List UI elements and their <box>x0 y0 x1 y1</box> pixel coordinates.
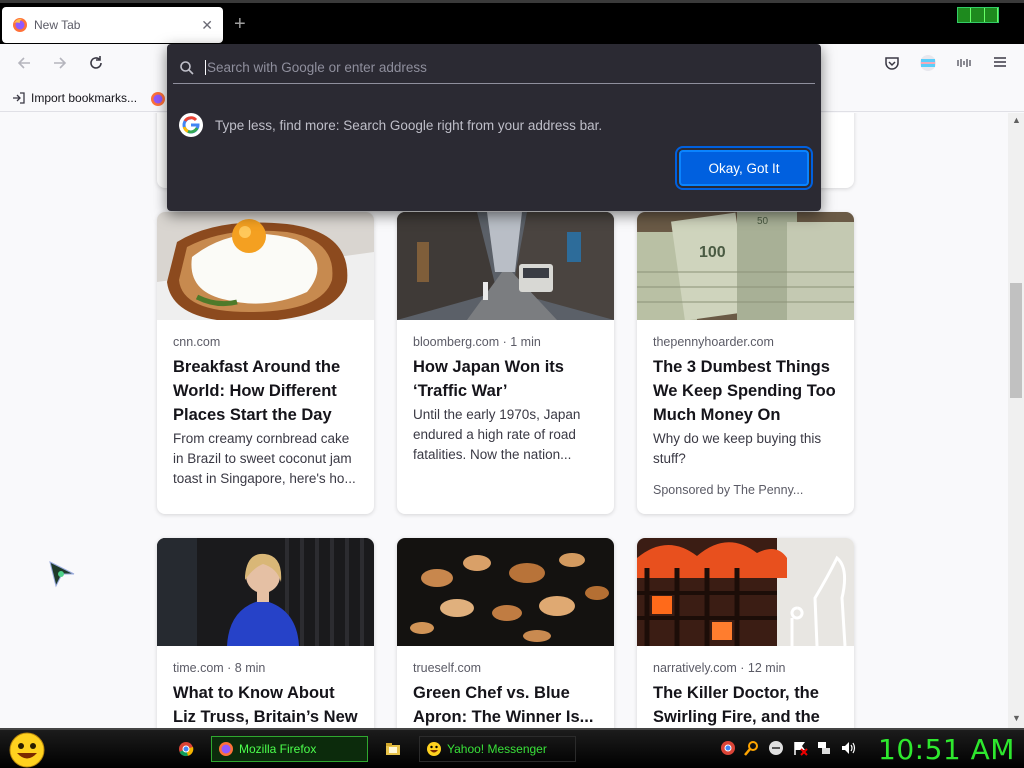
taskbar-clock[interactable]: 10:51 AM <box>878 733 1015 766</box>
story-headline: The 3 Dumbest Things We Keep Spending To… <box>653 358 836 424</box>
import-bookmarks-label: Import bookmarks... <box>31 91 138 105</box>
window-controls[interactable] <box>957 7 999 23</box>
story-card-sponsored[interactable]: 100 50 thepennyhoarder.com The 3 Dumbest… <box>637 212 854 514</box>
search-tip: Type less, find more: Search Google righ… <box>179 113 602 137</box>
pocket-icon[interactable] <box>882 54 902 74</box>
reload-icon[interactable] <box>86 54 106 74</box>
system-tray <box>720 740 856 756</box>
story-image-japan-street <box>397 212 614 320</box>
import-icon <box>13 92 25 104</box>
start-smiley-icon[interactable] <box>8 732 46 768</box>
taskbar: Mozilla Firefox Yahoo! Messenger 10:51 A… <box>0 728 1024 768</box>
story-headline: Breakfast Around the World: How Differen… <box>173 358 341 424</box>
firefox-bookmark-icon[interactable] <box>150 91 166 107</box>
account-avatar-icon[interactable] <box>918 54 938 74</box>
address-search-row <box>173 52 815 84</box>
story-card[interactable]: bloomberg.com · 1 min How Japan Won its … <box>397 212 614 514</box>
search-tip-text: Type less, find more: Search Google righ… <box>215 117 603 133</box>
vertical-scrollbar[interactable]: ▲ ▼ <box>1008 113 1024 728</box>
story-card[interactable]: time.com · 8 min What to Know About Liz … <box>157 538 374 728</box>
import-bookmarks-button[interactable]: Import bookmarks... <box>12 91 137 105</box>
tab-title: New Tab <box>34 18 81 32</box>
story-excerpt: From creamy cornbread cake in Brazil to … <box>173 431 356 486</box>
svg-text:100: 100 <box>699 244 726 261</box>
close-tab-icon[interactable]: ✕ <box>201 17 213 34</box>
story-source: bloomberg.com · 1 min <box>413 335 541 349</box>
tab-new-tab[interactable]: New Tab ✕ <box>2 7 223 43</box>
story-card[interactable]: trueself.com Green Chef vs. Blue Apron: … <box>397 538 614 728</box>
taskbar-messenger-label: Yahoo! Messenger <box>447 742 547 756</box>
story-source: narratively.com · 12 min <box>653 661 786 675</box>
forward-arrow-icon[interactable] <box>50 54 70 74</box>
search-icon <box>180 60 194 75</box>
yahoo-messenger-smiley-icon <box>427 742 441 756</box>
story-image-liz-truss <box>157 538 374 646</box>
firefox-icon <box>219 742 233 756</box>
story-headline: Green Chef vs. Blue Apron: The Winner Is… <box>413 684 594 726</box>
story-headline: The Killer Doctor, the Swirling Fire, an… <box>653 684 820 726</box>
address-search-input[interactable] <box>205 60 765 75</box>
folder-icon[interactable] <box>385 741 401 757</box>
story-source: thepennyhoarder.com <box>653 335 774 349</box>
back-arrow-icon[interactable] <box>14 54 34 74</box>
story-image-money: 100 50 <box>637 212 854 320</box>
tab-strip: New Tab ✕ + <box>0 0 1024 44</box>
story-headline: What to Know About Liz Truss, Britain’s … <box>173 684 358 726</box>
okay-got-it-button[interactable]: Okay, Got It <box>679 150 809 186</box>
extension-icon[interactable] <box>954 54 974 74</box>
status-tray-icon[interactable] <box>768 740 784 756</box>
taskbar-firefox-task[interactable]: Mozilla Firefox <box>211 736 368 762</box>
volume-icon[interactable] <box>840 740 856 756</box>
new-tab-plus-icon[interactable]: + <box>234 13 246 36</box>
firefox-icon <box>13 18 27 32</box>
mouse-cursor-icon <box>49 561 75 588</box>
story-card[interactable]: narratively.com · 12 min The Killer Doct… <box>637 538 854 728</box>
taskbar-firefox-label: Mozilla Firefox <box>239 742 317 756</box>
urlbar-search-popup: Type less, find more: Search Google righ… <box>167 44 821 211</box>
story-card[interactable]: cnn.com Breakfast Around the World: How … <box>157 212 374 514</box>
hamburger-menu-icon[interactable] <box>990 54 1010 74</box>
story-image-breakfast <box>157 212 374 320</box>
story-excerpt: Why do we keep buying this stuff? <box>653 431 822 466</box>
story-source: time.com · 8 min <box>173 661 266 675</box>
search-tray-icon[interactable] <box>744 740 760 756</box>
google-logo-icon <box>179 113 203 137</box>
scrollbar-thumb[interactable] <box>1010 283 1022 398</box>
scroll-up-arrow-icon[interactable]: ▲ <box>1012 115 1021 125</box>
story-image-fire-illustration <box>637 538 854 646</box>
taskbar-yahoo-messenger-task[interactable]: Yahoo! Messenger <box>419 736 576 762</box>
sponsor-label: Sponsored by The Penny... <box>653 483 804 497</box>
story-headline: How Japan Won its ‘Traffic War’ <box>413 358 564 400</box>
svg-text:50: 50 <box>757 216 769 227</box>
story-excerpt: Until the early 1970s, Japan endured a h… <box>413 407 581 462</box>
scroll-down-arrow-icon[interactable]: ▼ <box>1012 713 1021 723</box>
action-center-flag-icon[interactable] <box>792 740 808 756</box>
network-icon[interactable] <box>816 740 832 756</box>
story-image-mushrooms <box>397 538 614 646</box>
story-source: cnn.com <box>173 335 221 349</box>
chrome-icon[interactable] <box>178 741 194 757</box>
story-source: trueself.com <box>413 661 482 675</box>
chrome-tray-icon[interactable] <box>720 740 736 756</box>
